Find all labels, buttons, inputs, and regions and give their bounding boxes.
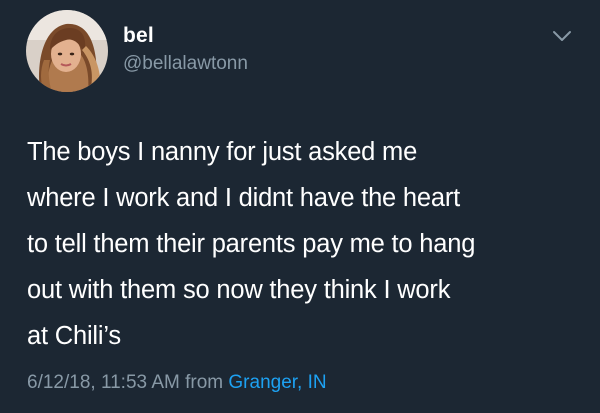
tweet-text-line: where I work and I didnt have the heart bbox=[27, 184, 461, 212]
tweet-location-link[interactable]: Granger, IN bbox=[228, 372, 326, 393]
chevron-down-icon bbox=[553, 31, 571, 41]
avatar[interactable] bbox=[26, 10, 108, 92]
tweet-menu-button[interactable] bbox=[551, 28, 573, 44]
tweet-text: The boys I nanny for just asked me where… bbox=[27, 129, 587, 359]
tweet-text-line: to tell them their parents pay me to han… bbox=[27, 230, 476, 258]
display-name[interactable]: bel bbox=[123, 24, 154, 48]
tweet-meta: 6/12/18, 11:53 AM from Granger, IN bbox=[27, 372, 327, 394]
user-handle[interactable]: @bellalawtonn bbox=[123, 53, 248, 75]
from-label: from bbox=[185, 372, 224, 393]
tweet-text-line: The boys I nanny for just asked me bbox=[27, 138, 418, 166]
tweet-text-line: out with them so now they think I work bbox=[27, 276, 451, 304]
tweet-card: bel @bellalawtonn The boys I nanny for j… bbox=[0, 0, 600, 413]
tweet-text-line: at Chili’s bbox=[27, 322, 121, 350]
profile-photo-icon bbox=[26, 10, 108, 92]
tweet-timestamp[interactable]: 6/12/18, 11:53 AM bbox=[27, 372, 180, 393]
